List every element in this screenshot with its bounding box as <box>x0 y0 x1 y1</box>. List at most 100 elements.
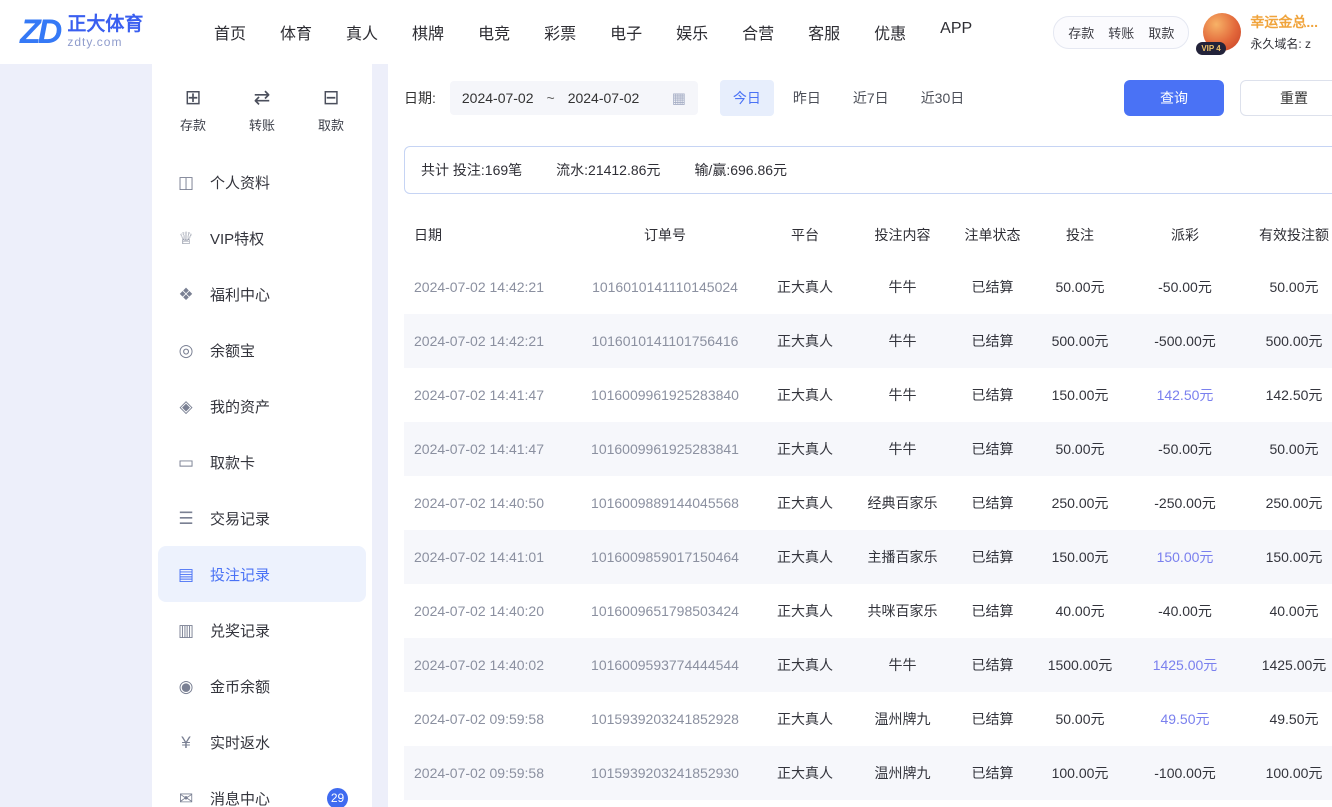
cell-valid-amount: 49.50元 <box>1240 709 1332 729</box>
sidebar-item-vip[interactable]: ♕ VIP特权 <box>158 210 366 266</box>
cell-status: 已结算 <box>955 655 1030 675</box>
coin-icon: ◉ <box>176 678 196 695</box>
sidebar-item-withdraw-card[interactable]: ▭ 取款卡 <box>158 434 366 490</box>
search-button[interactable]: 查询 <box>1124 80 1224 116</box>
cell-platform: 正大真人 <box>760 277 850 297</box>
wallet-quick-links: 存款 转账 取款 <box>1053 16 1189 49</box>
cell-platform: 正大真人 <box>760 331 850 351</box>
date-separator: ~ <box>547 90 555 106</box>
range-last7days[interactable]: 近7日 <box>840 80 902 116</box>
table-row: 2024-07-02 14:41:47 1016009961925283840 … <box>404 368 1332 422</box>
cell-bet-amount: 50.00元 <box>1030 277 1130 297</box>
sidebar-item-transactions[interactable]: ☰ 交易记录 <box>158 490 366 546</box>
sidebar-item-balance-treasure[interactable]: ◎ 余额宝 <box>158 322 366 378</box>
cell-valid-amount: 50.00元 <box>1240 439 1332 459</box>
transfer-icon: ⇄ <box>254 88 271 108</box>
cell-valid-amount: 100.00元 <box>1240 763 1332 783</box>
cell-payout: 49.50元 <box>1130 709 1240 729</box>
record-icon: ▤ <box>176 566 196 583</box>
id-card-icon: ◫ <box>176 174 196 191</box>
nav-item-promos[interactable]: 优惠 <box>874 20 906 44</box>
cell-valid-amount: 500.00元 <box>1240 331 1332 351</box>
column-header: 注单状态 <box>955 225 1030 245</box>
bet-records-table: 日期 订单号 平台 投注内容 注单状态 投注 派彩 有效投注额 <box>388 210 1332 800</box>
sidebar-item-welfare[interactable]: ❖ 福利中心 <box>158 266 366 322</box>
gift-icon: ❖ <box>176 286 196 303</box>
brand-domain: zdty.com <box>67 35 143 49</box>
cell-payout: -100.00元 <box>1130 763 1240 783</box>
table-header-row: 日期 订单号 平台 投注内容 注单状态 投注 派彩 有效投注额 <box>404 210 1332 260</box>
sidebar-item-label: VIP特权 <box>210 228 264 249</box>
cell-date: 2024-07-02 14:42:21 <box>404 333 570 349</box>
clipboard-icon: ▥ <box>176 622 196 639</box>
cell-bet-content: 经典百家乐 <box>850 493 955 513</box>
sidebar-item-messages[interactable]: ✉ 消息中心 29 <box>158 770 366 807</box>
cell-bet-content: 温州牌九 <box>850 763 955 783</box>
header-deposit-link[interactable]: 存款 <box>1068 23 1094 42</box>
cell-bet-amount: 150.00元 <box>1030 547 1130 567</box>
bank-card-icon: ▭ <box>176 454 196 471</box>
brand[interactable]: ZD 正大体育 zdty.com <box>20 13 190 52</box>
cell-valid-amount: 150.00元 <box>1240 547 1332 567</box>
nav-item-esports[interactable]: 电竞 <box>478 20 510 44</box>
sidebar-item-redeem-records[interactable]: ▥ 兑奖记录 <box>158 602 366 658</box>
nav-item-support[interactable]: 客服 <box>808 20 840 44</box>
cell-platform: 正大真人 <box>760 547 850 567</box>
sidebar-item-rebate[interactable]: ¥ 实时返水 <box>158 714 366 770</box>
cell-date: 2024-07-02 14:40:02 <box>404 657 570 673</box>
cell-status: 已结算 <box>955 493 1030 513</box>
filter-actions: 查询 重置 <box>1124 80 1332 116</box>
cell-platform: 正大真人 <box>760 439 850 459</box>
username: 幸运金总... <box>1250 12 1318 32</box>
nav-item-board-games[interactable]: 棋牌 <box>412 20 444 44</box>
cell-valid-amount: 1425.00元 <box>1240 655 1332 675</box>
crown-icon: ♕ <box>176 230 196 247</box>
sidebar-menu: ◫ 个人资料 ♕ VIP特权 ❖ 福利中心 ◎ <box>152 148 372 807</box>
header-withdraw-link[interactable]: 取款 <box>1148 23 1174 42</box>
range-last30days[interactable]: 近30日 <box>908 80 978 116</box>
cell-bet-amount: 40.00元 <box>1030 601 1130 621</box>
cell-bet-amount: 50.00元 <box>1030 439 1130 459</box>
quick-action-deposit[interactable]: ⊞ 存款 <box>180 88 206 134</box>
sidebar-item-profile[interactable]: ◫ 个人资料 <box>158 154 366 210</box>
nav-item-slots[interactable]: 电子 <box>610 20 642 44</box>
column-header: 平台 <box>760 225 850 245</box>
date-end-value: 2024-07-02 <box>568 90 640 106</box>
assets-icon: ◈ <box>176 398 196 415</box>
date-filter-label: 日期: <box>404 88 436 108</box>
yen-icon: ¥ <box>176 734 196 751</box>
column-header: 订单号 <box>570 225 760 245</box>
cell-order-number: 1016009593774444544 <box>570 657 760 673</box>
quick-action-label: 取款 <box>318 115 344 134</box>
sidebar-item-label: 投注记录 <box>210 564 270 585</box>
quick-action-transfer[interactable]: ⇄ 转账 <box>249 88 275 134</box>
list-icon: ☰ <box>176 510 196 527</box>
date-start-value: 2024-07-02 <box>462 90 534 106</box>
cell-bet-content: 温州牌九 <box>850 709 955 729</box>
nav-item-lottery[interactable]: 彩票 <box>544 20 576 44</box>
cell-date: 2024-07-02 09:59:58 <box>404 711 570 727</box>
nav-item-app[interactable]: APP <box>940 20 972 44</box>
nav-item-live[interactable]: 真人 <box>346 20 378 44</box>
sidebar-item-assets[interactable]: ◈ 我的资产 <box>158 378 366 434</box>
cell-date: 2024-07-02 14:40:20 <box>404 603 570 619</box>
sidebar-quick-actions: ⊞ 存款 ⇄ 转账 ⊟ 取款 <box>152 78 372 148</box>
summary-winloss: 输/赢:696.86元 <box>694 160 787 180</box>
quick-action-withdraw[interactable]: ⊟ 取款 <box>318 88 344 134</box>
nav-item-entertainment[interactable]: 娱乐 <box>676 20 708 44</box>
reset-button[interactable]: 重置 <box>1240 80 1332 116</box>
navbar-right: 存款 转账 取款 VIP 4 幸运金总... 永久域名: z <box>1053 12 1324 52</box>
date-range-input[interactable]: 2024-07-02 ~ 2024-07-02 <box>450 81 698 115</box>
range-today[interactable]: 今日 <box>720 80 774 116</box>
nav-item-affiliate[interactable]: 合营 <box>742 20 774 44</box>
deposit-icon: ⊞ <box>185 88 202 108</box>
sidebar-item-gold-balance[interactable]: ◉ 金币余额 <box>158 658 366 714</box>
header-transfer-link[interactable]: 转账 <box>1108 23 1134 42</box>
column-header: 派彩 <box>1130 225 1240 245</box>
range-yesterday[interactable]: 昨日 <box>780 80 834 116</box>
nav-item-home[interactable]: 首页 <box>214 20 246 44</box>
avatar[interactable]: VIP 4 <box>1203 13 1241 51</box>
sidebar-item-label: 取款卡 <box>210 452 255 473</box>
nav-item-sports[interactable]: 体育 <box>280 20 312 44</box>
sidebar-item-bet-records[interactable]: ▤ 投注记录 <box>158 546 366 602</box>
